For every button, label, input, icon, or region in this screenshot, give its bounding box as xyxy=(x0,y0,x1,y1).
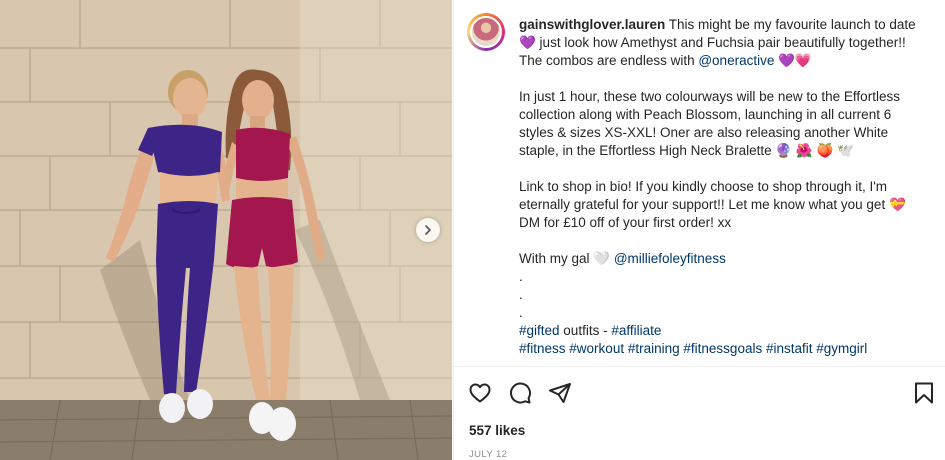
hashtag-fitnessgoals[interactable]: #fitnessgoals xyxy=(683,341,762,356)
hashtag-gifted[interactable]: #gifted xyxy=(519,323,560,338)
caption-emoji: 💜💗 xyxy=(774,53,812,68)
hashtag-fitness[interactable]: #fitness xyxy=(519,341,566,356)
caption-paragraph-2: In just 1 hour, these two colourways wil… xyxy=(519,89,900,158)
dot-line-1: . xyxy=(519,269,523,284)
heart-icon xyxy=(469,383,491,403)
hashtag-workout[interactable]: #workout xyxy=(569,341,624,356)
comment-button[interactable] xyxy=(508,381,532,405)
share-button[interactable] xyxy=(548,381,572,405)
paper-plane-icon xyxy=(549,383,571,403)
like-button[interactable] xyxy=(468,381,492,405)
bookmark-icon xyxy=(915,382,933,404)
post-photo[interactable] xyxy=(0,0,452,460)
hashtag-gymgirl[interactable]: #gymgirl xyxy=(816,341,867,356)
hashtag-affiliate[interactable]: #affiliate xyxy=(611,323,661,338)
gal-text: With my gal 🤍 xyxy=(519,251,614,266)
post-actions xyxy=(468,381,572,405)
save-button[interactable] xyxy=(913,381,935,405)
mention-milliefoleyfitness[interactable]: @milliefoleyfitness xyxy=(614,251,726,266)
post-date[interactable]: JULY 12 xyxy=(469,449,507,460)
chevron-right-icon xyxy=(425,225,431,235)
caption-paragraph-3: Link to shop in bio! If you kindly choos… xyxy=(519,179,906,230)
mention-oneractive[interactable]: @oneractive xyxy=(698,53,774,68)
carousel-next-button[interactable] xyxy=(416,218,440,242)
divider xyxy=(454,366,945,367)
avatar-image xyxy=(470,16,502,48)
dot-line-2: . xyxy=(519,287,523,302)
gifted-text: outfits - xyxy=(559,323,612,338)
hashtag-training[interactable]: #training xyxy=(628,341,680,356)
hashtag-instafit[interactable]: #instafit xyxy=(766,341,813,356)
username-link[interactable]: gainswithglover.lauren xyxy=(519,17,665,32)
post-details-panel: gainswithglover.lauren This might be my … xyxy=(453,0,945,460)
likes-count[interactable]: 557 likes xyxy=(469,423,525,438)
avatar[interactable] xyxy=(467,13,505,51)
post-caption: gainswithglover.lauren This might be my … xyxy=(519,16,921,361)
dot-line-3: . xyxy=(519,305,523,320)
post-image xyxy=(0,0,452,460)
comment-icon xyxy=(510,382,531,404)
